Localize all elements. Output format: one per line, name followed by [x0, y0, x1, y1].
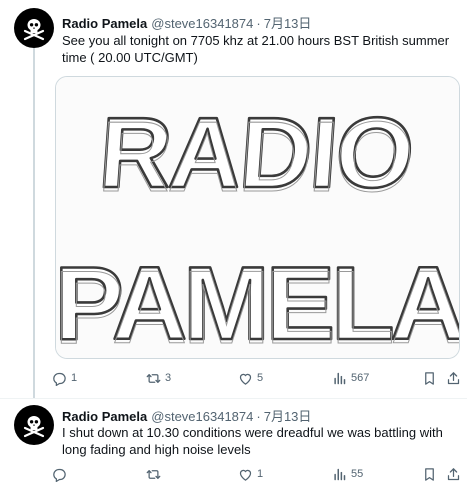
logo-word-pamela-shadow: PAMELA: [56, 250, 460, 359]
retweet-button[interactable]: 3: [146, 368, 171, 388]
share-button[interactable]: [446, 368, 461, 388]
bar-chart-icon: [334, 372, 346, 384]
tweet-header: Radio Pamela @steve16341874 · 7月13日: [62, 406, 311, 425]
tweet-date[interactable]: 7月13日: [264, 13, 312, 32]
views-button[interactable]: 567: [332, 368, 369, 388]
retweet-button[interactable]: [146, 464, 165, 484]
views-button[interactable]: 55: [332, 464, 363, 484]
reply-count: 1: [71, 372, 78, 384]
bookmark-icon: [425, 467, 434, 481]
like-button[interactable]: 5: [238, 368, 263, 388]
tweet-header: Radio Pamela @steve16341874 · 7月13日: [62, 13, 311, 32]
author-handle[interactable]: @steve16341874: [151, 16, 253, 31]
skull-crossbones-icon: [23, 416, 45, 438]
bookmark-icon: [425, 371, 434, 385]
views-count: 55: [351, 468, 364, 480]
avatar[interactable]: [14, 8, 54, 48]
like-count: 1: [257, 468, 264, 480]
like-count: 5: [257, 372, 264, 384]
tweet-actions: 1 55: [52, 464, 462, 484]
tweet-text: See you all tonight on 7705 khz at 21.00…: [62, 33, 450, 65]
tweet-media-image[interactable]: RADIO RADIO PAMELA PAMELA: [55, 76, 460, 359]
radio-pamela-logo-drawing: RADIO RADIO PAMELA PAMELA: [56, 77, 460, 359]
logo-word-radio-shadow: RADIO: [95, 101, 415, 213]
thread-connector-line: [33, 48, 35, 398]
heart-icon: [239, 373, 252, 385]
share-button[interactable]: [446, 464, 461, 484]
author-handle[interactable]: @steve16341874: [151, 409, 253, 424]
like-button[interactable]: 1: [238, 464, 263, 484]
skull-crossbones-icon: [23, 19, 45, 41]
heart-icon: [239, 469, 252, 481]
retweet-icon: [146, 469, 161, 479]
tweet[interactable]: Radio Pamela @steve16341874 · 7月13日 I sh…: [0, 398, 467, 484]
separator-dot: ·: [256, 16, 261, 31]
retweet-icon: [146, 373, 161, 383]
views-count: 567: [351, 372, 370, 384]
retweet-count: 3: [165, 372, 172, 384]
reply-icon: [53, 468, 66, 482]
bookmark-button[interactable]: [422, 464, 437, 484]
reply-icon: [53, 372, 66, 386]
tweet[interactable]: Radio Pamela @steve16341874 · 7月13日 See …: [0, 0, 467, 398]
bookmark-button[interactable]: [422, 368, 437, 388]
tweet-actions: 1 3 5 567: [52, 368, 462, 388]
share-icon: [447, 467, 460, 480]
bar-chart-icon: [334, 468, 346, 480]
tweet-text: I shut down at 10.30 conditions were dre…: [62, 425, 443, 457]
separator-dot: ·: [256, 409, 261, 424]
reply-button[interactable]: 1: [52, 368, 77, 388]
author-name[interactable]: Radio Pamela: [62, 16, 147, 31]
tweet-date[interactable]: 7月13日: [264, 406, 312, 425]
author-name[interactable]: Radio Pamela: [62, 409, 147, 424]
reply-button[interactable]: [52, 464, 71, 484]
share-icon: [447, 371, 460, 384]
avatar[interactable]: [14, 405, 54, 445]
